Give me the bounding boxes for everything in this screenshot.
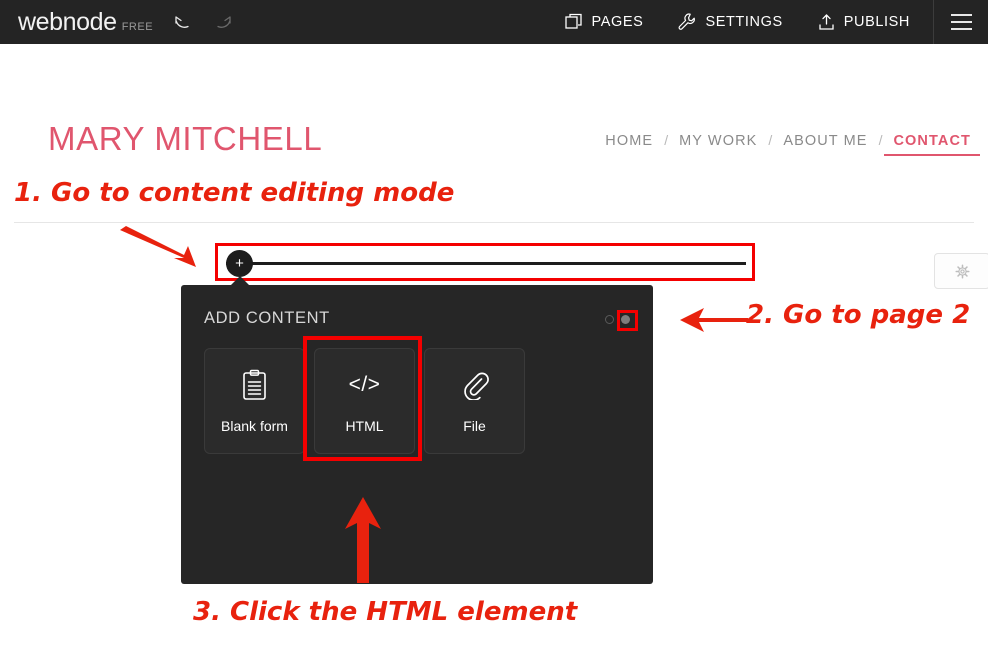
pages-icon [564,13,582,29]
webnode-logo[interactable]: webnode FREE [18,8,153,37]
history-controls [171,9,235,35]
annotation-arrow-1 [120,226,196,267]
nav-separator: / [878,132,883,148]
hamburger-line [950,28,972,30]
site-nav-item-contact[interactable]: CONTACT [884,133,980,156]
annotation-arrow-3 [345,497,381,583]
pagination-dot-1[interactable] [605,315,614,324]
tile-file[interactable]: File [424,348,525,454]
nav-separator: / [664,132,669,148]
content-divider [14,222,974,223]
undo-button[interactable] [171,9,197,35]
paperclip-icon [461,368,489,402]
annotation-step-1: 1. Go to content editing mode [14,178,455,208]
panel-title: ADD CONTENT [204,309,330,327]
nav-pages[interactable]: PAGES [548,0,661,44]
wrench-icon [678,13,696,30]
highlight-box-pagination [617,310,638,331]
annotation-step-2: 2. Go to page 2 [746,300,971,330]
site-navigation: HOME / MY WORK / ABOUT ME / CONTACT [596,132,980,156]
annotation-step-3: 3. Click the HTML element [193,597,578,627]
highlight-box-html-tile [303,336,422,461]
redo-button[interactable] [209,9,235,35]
brand-name: webnode [18,7,117,36]
highlight-box-add-bar [215,243,755,281]
nav-publish[interactable]: PUBLISH [800,0,927,44]
site-nav-item-about-me[interactable]: ABOUT ME [774,133,876,149]
panel-pointer [230,276,250,286]
site-nav-item-home[interactable]: HOME [596,133,662,149]
tile-blank-form-label: Blank form [221,418,288,434]
plan-badge: FREE [121,20,154,33]
tile-file-label: File [463,418,486,434]
nav-pages-label: PAGES [591,13,644,30]
editor-topbar: webnode FREE PAGES SETTINGS PUBLISH [0,0,988,44]
upload-icon [819,13,834,30]
nav-settings-label: SETTINGS [705,13,783,30]
site-nav-item-my-work[interactable]: MY WORK [670,133,766,149]
nav-separator: / [768,132,773,148]
undo-arrow-icon [175,16,189,28]
redo-arrow-icon [217,16,231,28]
editor-nav: PAGES SETTINGS PUBLISH [548,0,988,44]
gear-icon [954,263,970,279]
tile-blank-form[interactable]: Blank form [204,348,305,454]
nav-settings[interactable]: SETTINGS [660,0,799,44]
site-logo[interactable]: MARY MITCHELL [48,120,322,158]
section-settings-button[interactable] [934,253,988,289]
hamburger-line [950,14,972,16]
hamburger-menu-icon[interactable] [934,0,988,44]
nav-publish-label: PUBLISH [843,13,910,30]
annotation-arrow-2 [680,308,748,332]
clipboard-form-icon [241,368,268,402]
hamburger-line [950,21,972,23]
